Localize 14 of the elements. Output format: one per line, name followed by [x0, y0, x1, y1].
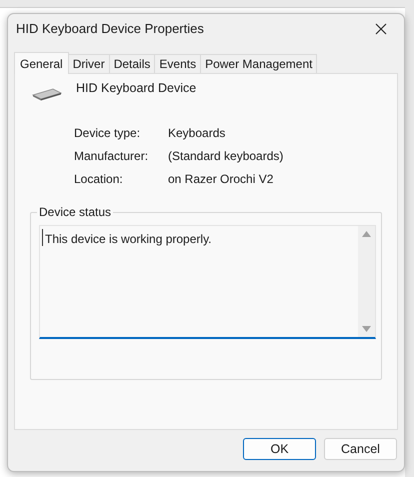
property-value: (Standard keyboards)	[168, 148, 284, 164]
device-name: HID Keyboard Device	[76, 80, 196, 97]
dialog-button[interactable]: Cancel	[324, 438, 397, 460]
close-icon[interactable]	[375, 23, 387, 35]
property-label: Device type:	[74, 124, 142, 142]
property-label: Location:	[74, 170, 124, 188]
dialog-button[interactable]: OK	[243, 438, 316, 460]
keyboard-icon	[31, 87, 63, 101]
tab[interactable]: Power Management	[200, 54, 318, 73]
window-title: HID Keyboard Device Properties	[16, 20, 204, 38]
property-label: Manufacturer:	[74, 148, 150, 164]
property-value: Keyboards	[168, 124, 226, 142]
tab[interactable]: General	[14, 52, 69, 74]
property-value: on Razer Orochi V2	[168, 170, 274, 188]
